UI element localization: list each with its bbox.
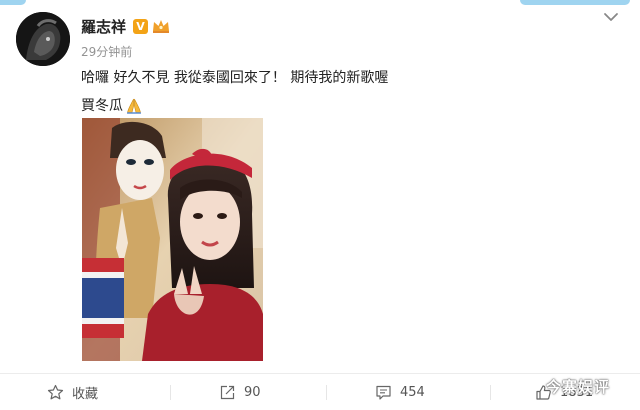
strip-blob-left xyxy=(0,0,26,5)
comment-count: 454 xyxy=(400,384,425,400)
crown-icon xyxy=(153,20,170,33)
post-timestamp[interactable]: 29分钟前 xyxy=(81,43,132,60)
post-text-line-2-text: 買冬瓜 xyxy=(81,98,123,114)
avatar[interactable] xyxy=(16,12,70,66)
action-separator xyxy=(490,385,491,400)
verified-badge: V xyxy=(133,18,149,34)
star-icon xyxy=(47,384,64,399)
author-name[interactable]: 羅志祥 xyxy=(81,16,126,37)
post-text-line-1: 哈囉 好久不見 我從泰國回來了！ 期待我的新歌喔 xyxy=(81,70,389,86)
action-separator xyxy=(326,385,327,400)
share-icon xyxy=(220,385,235,399)
post-text-line-2: 買冬瓜 xyxy=(81,92,388,120)
watermark: 今寨娱评 xyxy=(546,377,611,396)
comment-button[interactable]: 454 xyxy=(375,374,425,410)
action-separator xyxy=(170,385,171,400)
post-photo[interactable] xyxy=(82,118,263,361)
repost-count: 90 xyxy=(244,384,261,400)
praying-hands-icon xyxy=(127,98,141,114)
comment-icon xyxy=(376,385,391,400)
favorite-label: 收藏 xyxy=(72,386,99,402)
favorite-button[interactable]: 收藏 xyxy=(47,374,98,410)
repost-button[interactable]: 90 xyxy=(219,374,261,410)
strip-blob-right xyxy=(520,0,630,5)
top-decoration-strip xyxy=(0,0,640,6)
action-bar: 收藏 90 454 1831 xyxy=(0,374,640,410)
post-text: 哈囉 好久不見 我從泰國回來了！ 期待我的新歌喔 買冬瓜 xyxy=(81,64,388,120)
chevron-down-icon[interactable] xyxy=(600,8,622,26)
